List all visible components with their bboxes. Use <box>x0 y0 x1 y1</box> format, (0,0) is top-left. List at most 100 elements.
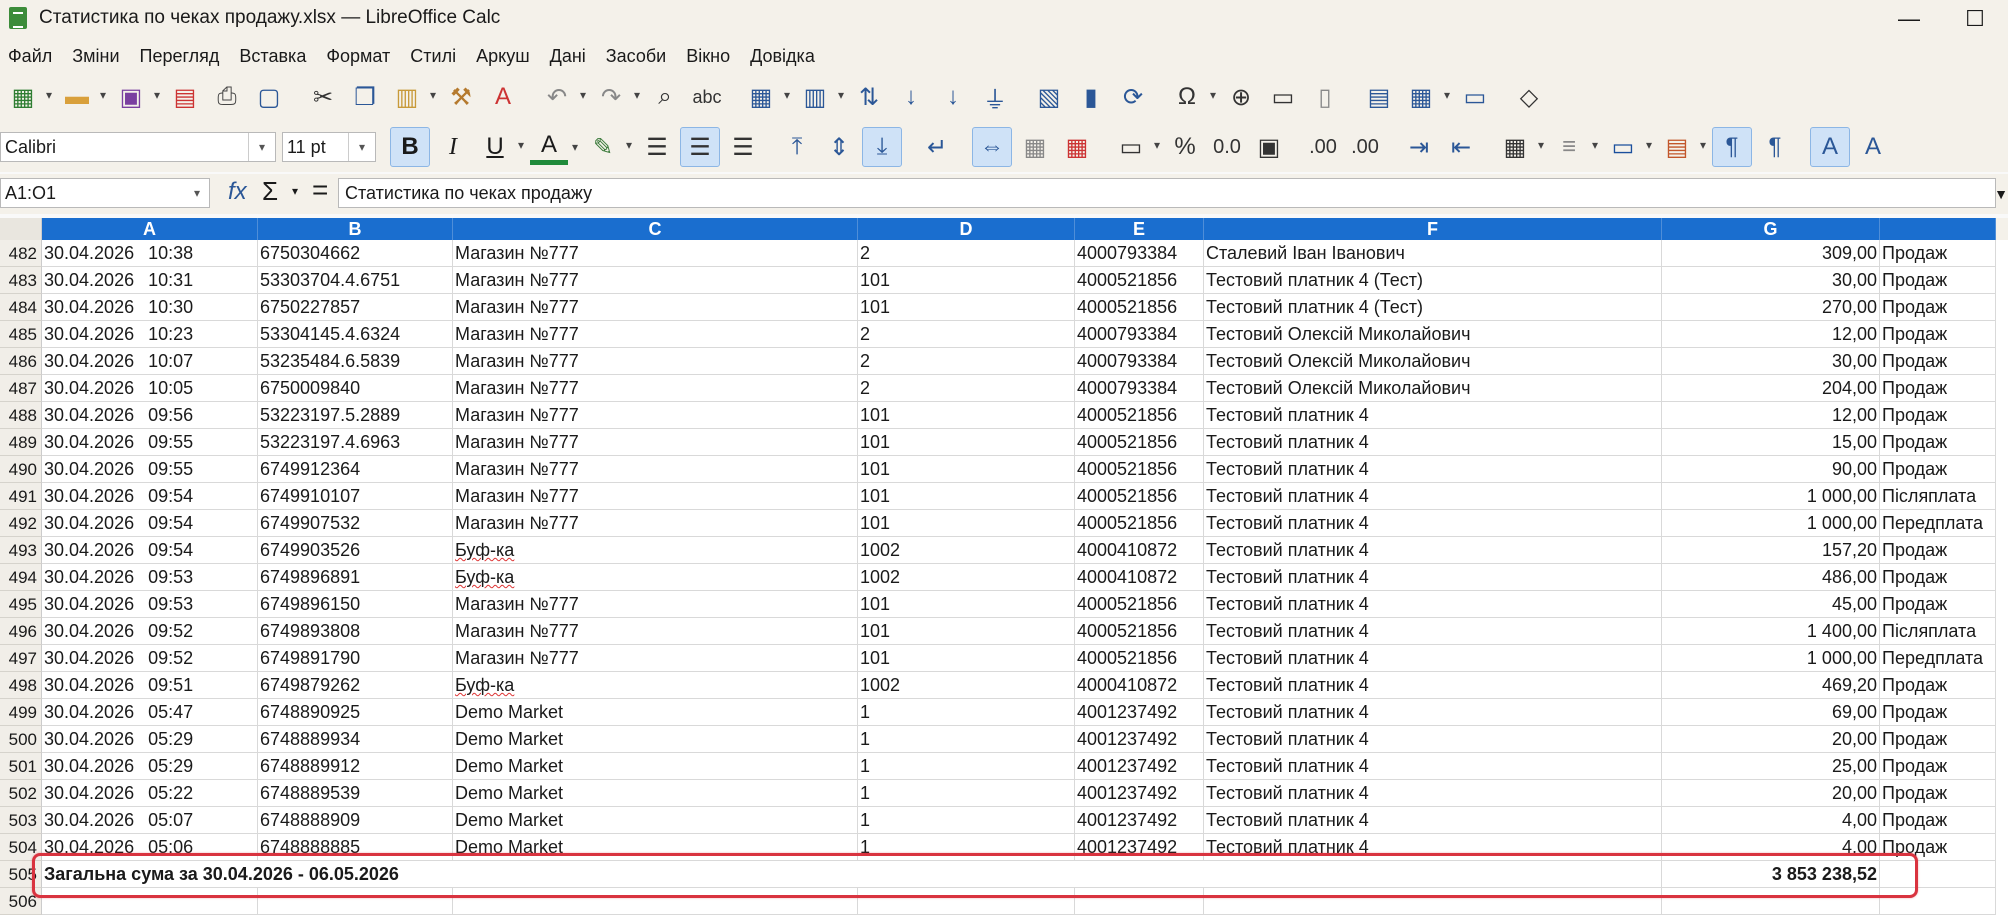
cell-payer[interactable]: Тестовий платник 4 (Тест) <box>1204 294 1662 321</box>
row-number[interactable]: 499 <box>0 699 42 726</box>
conditional-format-icon[interactable]: ▤ <box>1658 128 1706 166</box>
cell-payer[interactable]: Тестовий платник 4 (Тест) <box>1204 267 1662 294</box>
row-number[interactable]: 491 <box>0 483 42 510</box>
pivot-table-icon[interactable]: ⟳ <box>1114 78 1152 116</box>
cell-receipt[interactable]: 6749891790 <box>258 645 453 672</box>
percent-format-button[interactable]: % <box>1166 128 1204 166</box>
spreadsheet-grid[interactable]: A B C D E F G 482 30.04.2026 10:38 67503046… <box>0 218 2008 915</box>
left-to-right-icon[interactable]: ¶ <box>1712 127 1752 167</box>
special-character-icon[interactable]: Ω <box>1168 78 1216 116</box>
function-wizard-icon[interactable]: fx <box>228 178 247 206</box>
insert-chart-icon[interactable]: ▮ <box>1072 78 1110 116</box>
cell-receipt[interactable]: 6748889934 <box>258 726 453 753</box>
cell-payer[interactable]: Тестовий платник 4 <box>1204 456 1662 483</box>
name-box[interactable]: A1:O1 ▾ <box>0 178 210 208</box>
spelling-icon[interactable]: abc <box>688 78 726 116</box>
cell-type[interactable]: Продаж <box>1880 402 1996 429</box>
menu-edit[interactable]: Зміни <box>64 46 131 67</box>
currency-format-icon[interactable]: ▭ <box>1112 128 1160 166</box>
cell-type[interactable]: Продаж <box>1880 537 1996 564</box>
cell-d[interactable]: 101 <box>858 456 1075 483</box>
row-number[interactable]: 486 <box>0 348 42 375</box>
cell-type[interactable]: Продаж <box>1880 699 1996 726</box>
row-number[interactable]: 483 <box>0 267 42 294</box>
column-header-f[interactable]: F <box>1204 218 1662 240</box>
cell-amount[interactable]: 25,00 <box>1662 753 1880 780</box>
cell-e[interactable]: 4000521856 <box>1075 591 1204 618</box>
cell-e[interactable]: 4000521856 <box>1075 510 1204 537</box>
cell-date-time[interactable]: 30.04.2026 05:29 <box>42 726 258 753</box>
cell-d[interactable]: 2 <box>858 321 1075 348</box>
cell-date-time[interactable]: 30.04.2026 05:07 <box>42 807 258 834</box>
cell-e[interactable]: 4000793384 <box>1075 375 1204 402</box>
cell-e[interactable]: 4000410872 <box>1075 537 1204 564</box>
cell-receipt[interactable]: 6748889539 <box>258 780 453 807</box>
bold-button[interactable]: B <box>390 127 430 167</box>
cell-shop[interactable]: Магазин №777 <box>453 402 858 429</box>
cell-shop[interactable]: Магазин №777 <box>453 375 858 402</box>
cell-e[interactable]: 4000410872 <box>1075 672 1204 699</box>
font-name-box[interactable]: Calibri ▾ <box>0 132 276 162</box>
cell-type[interactable]: Продаж <box>1880 429 1996 456</box>
text-direction-lr-icon[interactable]: A <box>1810 127 1850 167</box>
cut-icon[interactable]: ✂ <box>304 78 342 116</box>
cell-receipt[interactable]: 6749903526 <box>258 537 453 564</box>
cell-shop[interactable]: Магазин №777 <box>453 591 858 618</box>
cell-type[interactable]: Продаж <box>1880 726 1996 753</box>
number-format-button[interactable]: 0.0 <box>1208 128 1246 166</box>
menu-insert[interactable]: Вставка <box>231 46 318 67</box>
headers-footers-icon[interactable]: ▯ <box>1306 78 1344 116</box>
cell-payer[interactable]: Тестовий Олексій Миколайович <box>1204 348 1662 375</box>
align-bottom-icon[interactable]: ⤓ <box>862 127 902 167</box>
chevron-down-icon[interactable]: ▾ <box>185 179 209 207</box>
row-number[interactable]: 496 <box>0 618 42 645</box>
cell-type[interactable]: Продаж <box>1880 267 1996 294</box>
font-size-box[interactable]: 11 pt ▾ <box>282 132 376 162</box>
row-number[interactable]: 498 <box>0 672 42 699</box>
cell-type[interactable]: Післяплата <box>1880 618 1996 645</box>
cell-amount[interactable]: 30,00 <box>1662 267 1880 294</box>
cell-d[interactable]: 101 <box>858 294 1075 321</box>
redo-icon[interactable]: ↷ <box>592 78 640 116</box>
cell-d[interactable]: 101 <box>858 483 1075 510</box>
cell-e[interactable]: 4000521856 <box>1075 456 1204 483</box>
print-preview-icon[interactable]: ▢ <box>250 78 288 116</box>
chevron-down-icon[interactable]: ▾ <box>292 184 298 198</box>
cell-type[interactable]: Продаж <box>1880 780 1996 807</box>
cell-date-time[interactable]: 30.04.2026 09:56 <box>42 402 258 429</box>
cell-e[interactable]: 4000793384 <box>1075 321 1204 348</box>
save-icon[interactable]: ▣ <box>112 78 160 116</box>
cell-date-time[interactable]: 30.04.2026 10:31 <box>42 267 258 294</box>
empty-cell[interactable] <box>1075 888 1204 915</box>
cell-receipt[interactable]: 6749879262 <box>258 672 453 699</box>
find-replace-icon[interactable]: ⌕ <box>646 78 684 116</box>
cell-d[interactable]: 101 <box>858 591 1075 618</box>
row-number[interactable]: 497 <box>0 645 42 672</box>
show-draw-functions-icon[interactable]: ◇ <box>1510 78 1548 116</box>
cell-payer[interactable]: Тестовий платник 4 <box>1204 672 1662 699</box>
open-folder-icon[interactable]: ▬ <box>58 78 106 116</box>
cell-date-time[interactable]: 30.04.2026 09:53 <box>42 564 258 591</box>
decrease-indent-icon[interactable]: ⇤ <box>1442 128 1480 166</box>
cell-d[interactable]: 1002 <box>858 672 1075 699</box>
row-number[interactable]: 494 <box>0 564 42 591</box>
cell-payer[interactable]: Тестовий платник 4 <box>1204 699 1662 726</box>
cell-payer[interactable]: Тестовий платник 4 <box>1204 780 1662 807</box>
cell-shop[interactable]: Магазин №777 <box>453 510 858 537</box>
cell-shop[interactable]: Магазин №777 <box>453 321 858 348</box>
cell-receipt[interactable]: 6748890925 <box>258 699 453 726</box>
split-window-icon[interactable]: ▭ <box>1456 78 1494 116</box>
cell-amount[interactable]: 309,00 <box>1662 240 1880 267</box>
row-icon[interactable]: ▦ <box>742 78 790 116</box>
cell-shop[interactable]: Буф-ка <box>453 537 858 564</box>
empty-cell[interactable] <box>858 888 1075 915</box>
row-number[interactable]: 485 <box>0 321 42 348</box>
align-middle-icon[interactable]: ⇕ <box>820 128 858 166</box>
cell-d[interactable]: 1 <box>858 834 1075 861</box>
cell-date-time[interactable]: 30.04.2026 10:07 <box>42 348 258 375</box>
cell-amount[interactable]: 4,00 <box>1662 834 1880 861</box>
sort-icon[interactable]: ⇅ <box>850 78 888 116</box>
cell-amount[interactable]: 1 400,00 <box>1662 618 1880 645</box>
cell-e[interactable]: 4000410872 <box>1075 564 1204 591</box>
row-number[interactable]: 482 <box>0 240 42 267</box>
